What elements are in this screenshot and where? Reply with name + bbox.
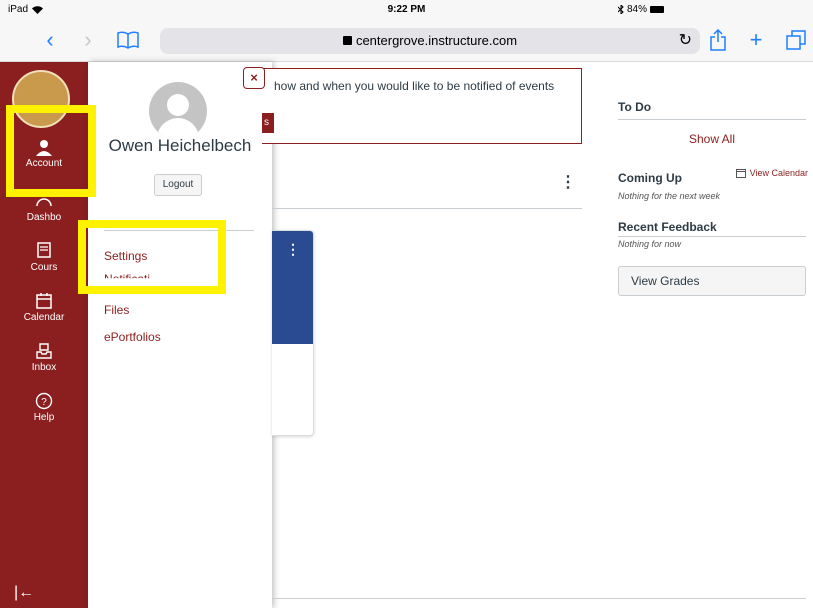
inbox-icon xyxy=(36,343,52,359)
reload-icon[interactable]: ↻ xyxy=(679,30,692,50)
avatar xyxy=(149,82,207,140)
user-name: Owen Heichelbech xyxy=(108,136,252,155)
courses-icon xyxy=(37,242,51,258)
footer-divider xyxy=(272,598,806,599)
notification-action-button[interactable]: s xyxy=(262,113,274,133)
notification-banner: how and when you would like to be notifi… xyxy=(262,68,582,144)
logout-button[interactable]: Logout xyxy=(154,174,202,196)
forward-icon[interactable]: › xyxy=(76,28,100,52)
todo-title: To Do xyxy=(618,100,652,114)
help-icon: ? xyxy=(35,392,53,410)
feedback-divider xyxy=(618,236,806,237)
recent-feedback-title: Recent Feedback xyxy=(618,220,717,234)
feedback-empty: Nothing for now xyxy=(618,239,682,249)
lock-icon xyxy=(342,36,352,45)
nav-item-courses[interactable]: Cours xyxy=(0,242,88,273)
course-card[interactable]: ⋮ xyxy=(272,230,314,436)
coming-up-empty: Nothing for the next week xyxy=(618,191,721,201)
avatar-head xyxy=(167,94,189,116)
tray-link-files[interactable]: Files xyxy=(104,303,129,317)
nav-item-help[interactable]: ? Help xyxy=(0,392,88,423)
view-calendar-link[interactable]: View Calendar xyxy=(735,168,808,178)
tray-link-eportfolios[interactable]: ePortfolios xyxy=(104,330,161,344)
new-tab-icon[interactable]: + xyxy=(744,28,768,52)
tabs-icon[interactable] xyxy=(784,28,808,52)
url-text: centergrove.instructure.com xyxy=(355,33,518,48)
account-highlight-box xyxy=(6,105,96,197)
status-bar: iPad 9:22 PM 84% xyxy=(0,0,813,20)
close-tray-button[interactable]: × xyxy=(243,67,265,89)
todo-divider xyxy=(618,119,806,120)
calendar-small-icon xyxy=(735,169,746,178)
battery-percent: 84% xyxy=(627,4,648,15)
bookmarks-icon[interactable] xyxy=(116,28,140,52)
address-bar[interactable]: centergrove.instructure.com ↻ xyxy=(160,28,700,54)
header-divider xyxy=(272,208,582,209)
nav-item-inbox[interactable]: Inbox xyxy=(0,342,88,373)
battery-icon xyxy=(650,6,665,13)
view-grades-button[interactable]: View Grades xyxy=(618,266,806,296)
nav-item-calendar[interactable]: Calendar xyxy=(0,292,88,323)
browser-toolbar: ‹ › centergrove.instructure.com ↻ + xyxy=(0,20,813,62)
account-tray: Owen Heichelbech Logout Settings Notific… xyxy=(88,62,272,608)
course-card-menu-icon[interactable]: ⋮ xyxy=(286,241,300,258)
nav-label-calendar: Calendar xyxy=(23,312,65,323)
view-calendar-label: View Calendar xyxy=(749,168,808,178)
svg-text:?: ? xyxy=(41,397,47,408)
share-icon[interactable] xyxy=(706,28,730,52)
collapse-nav-icon[interactable]: |← xyxy=(14,584,34,602)
nav-label-help: Help xyxy=(33,412,55,423)
calendar-icon xyxy=(36,293,52,309)
dashboard-options-icon[interactable]: ⋮ xyxy=(560,172,576,192)
nav-label-courses: Cours xyxy=(30,262,58,273)
url-text-wrap: centergrove.instructure.com xyxy=(160,33,700,48)
show-all-link[interactable]: Show All xyxy=(618,132,806,146)
coming-up-title: Coming Up xyxy=(618,171,682,185)
settings-highlight-box xyxy=(78,220,226,294)
notification-message: how and when you would like to be notifi… xyxy=(274,79,555,93)
nav-label-inbox: Inbox xyxy=(31,362,57,373)
back-icon[interactable]: ‹ xyxy=(38,28,62,52)
bluetooth-icon xyxy=(618,5,624,14)
status-right: 84% xyxy=(618,4,808,15)
nav-label-dashboard: Dashbo xyxy=(26,212,62,223)
